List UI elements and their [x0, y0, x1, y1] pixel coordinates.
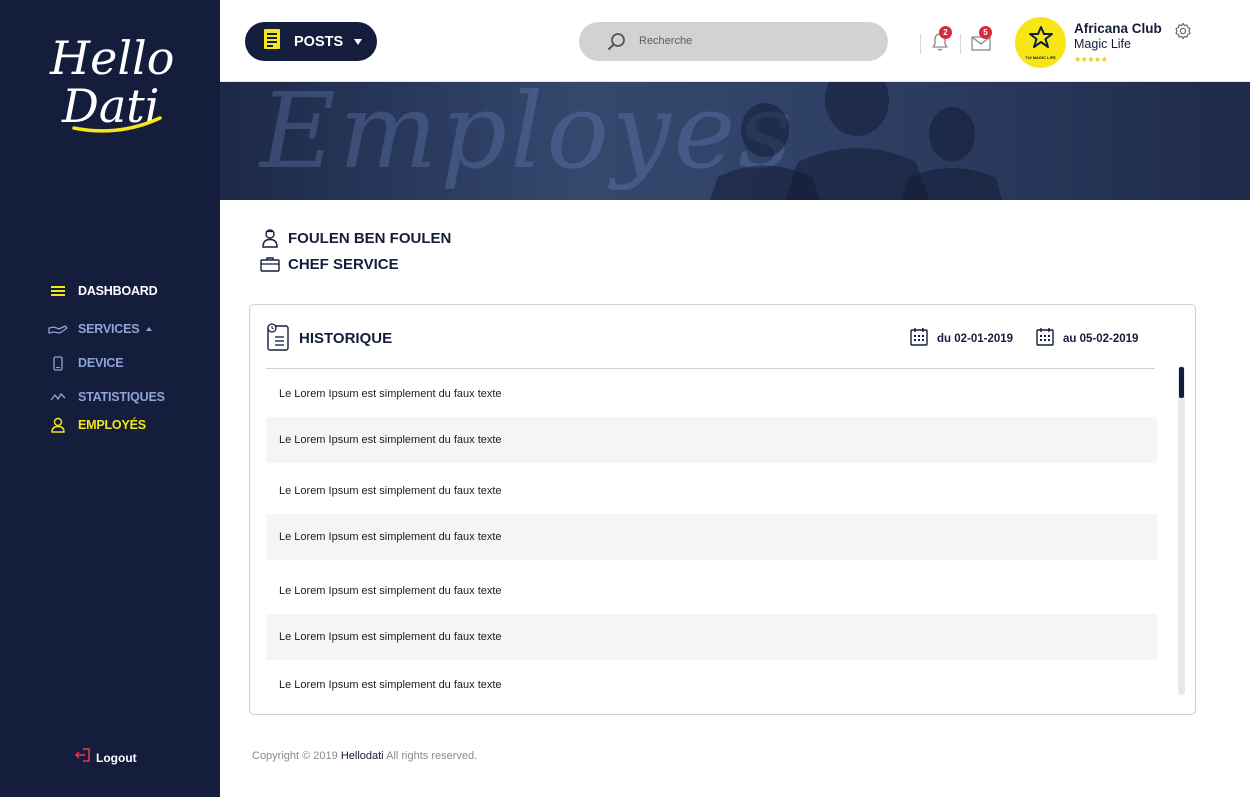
sidebar-item-label: DASHBOARD: [78, 284, 158, 298]
sidebar-item-statistiques[interactable]: STATISTIQUES: [48, 388, 165, 406]
device-phone-icon: [48, 354, 68, 372]
people-silhouettes-image: [710, 82, 1002, 200]
header-divider: [920, 34, 921, 54]
date-to-label: au 05-02-2019: [1063, 333, 1139, 345]
messages-button[interactable]: 5: [971, 26, 992, 56]
posts-list-icon: [263, 28, 281, 55]
history-clipboard-icon: [266, 323, 290, 356]
list-item[interactable]: Le Lorem Ipsum est simplement du faux te…: [266, 417, 1157, 463]
list-item[interactable]: Le Lorem Ipsum est simplement du faux te…: [266, 568, 1157, 614]
sidebar-item-employes[interactable]: EMPLOYÉS: [48, 416, 146, 434]
search-bar: [579, 22, 888, 61]
list-item[interactable]: Le Lorem Ipsum est simplement du faux te…: [266, 514, 1157, 560]
date-to-picker[interactable]: au 05-02-2019: [1036, 327, 1138, 351]
search-icon[interactable]: [607, 32, 626, 56]
list-item[interactable]: Le Lorem Ipsum est simplement du faux te…: [266, 468, 1157, 514]
logout-icon: [74, 748, 91, 767]
sidebar-item-label: SERVICES: [78, 322, 140, 336]
svg-text:Hello: Hello: [49, 31, 174, 85]
calendar-icon: [910, 327, 928, 351]
messages-badge: 5: [979, 26, 992, 39]
logout-button[interactable]: Logout: [74, 748, 137, 767]
services-hand-icon: [48, 320, 68, 338]
gear-icon[interactable]: [1174, 22, 1192, 45]
footer-rights: All rights reserved.: [386, 750, 478, 762]
sidebar-item-device[interactable]: DEVICE: [48, 354, 124, 372]
logout-label: Logout: [96, 750, 137, 765]
footer-copyright: Copyright © 2019: [252, 750, 338, 762]
sidebar-item-label: STATISTIQUES: [78, 390, 165, 404]
list-item[interactable]: Le Lorem Ipsum est simplement du faux te…: [266, 662, 1157, 708]
employee-name: FOULEN BEN FOULEN: [288, 229, 452, 247]
search-input[interactable]: [639, 31, 869, 51]
history-title: HISTORIQUE: [299, 330, 393, 347]
mail-icon: [971, 36, 991, 55]
footer: Copyright © 2019 Hellodati All rights re…: [252, 750, 477, 762]
footer-brand[interactable]: Hellodati: [341, 750, 384, 762]
star-logo-icon: [1028, 25, 1054, 54]
sidebar-item-services[interactable]: SERVICES: [48, 320, 153, 338]
dashboard-icon: [48, 282, 68, 300]
profile-role-row: CHEF SERVICE: [260, 251, 451, 277]
briefcase-icon: [260, 256, 280, 272]
history-card: HISTORIQUE du 02-01-2019 au 05-02-2019 L…: [249, 304, 1196, 715]
posts-dropdown-button[interactable]: POSTS: [245, 22, 377, 61]
header-divider: [960, 34, 961, 54]
notifications-badge: 2: [939, 26, 952, 39]
sidebar-item-dashboard[interactable]: DASHBOARD: [48, 282, 158, 300]
sidebar-item-label: EMPLOYÉS: [78, 418, 146, 432]
list-item[interactable]: Le Lorem Ipsum est simplement du faux te…: [266, 614, 1157, 660]
club-name: Africana Club: [1074, 21, 1162, 36]
sidebar: Hello Dati DASHBOARD SERVICES DEVICE STA…: [0, 0, 220, 797]
person-icon: [260, 228, 280, 248]
list-item[interactable]: Le Lorem Ipsum est simplement du faux te…: [266, 371, 1157, 417]
bell-icon: [931, 33, 949, 56]
club-avatar[interactable]: TUI MAGIC LIFE: [1015, 17, 1066, 68]
posts-label: POSTS: [294, 33, 344, 50]
profile-name-row: FOULEN BEN FOULEN: [260, 225, 451, 251]
sidebar-item-label: DEVICE: [78, 356, 124, 370]
chevron-up-icon: [146, 327, 153, 331]
statistics-chart-icon: [48, 388, 68, 406]
employees-icon: [48, 416, 68, 434]
date-from-label: du 02-01-2019: [937, 333, 1014, 345]
date-from-picker[interactable]: du 02-01-2019: [910, 327, 1013, 351]
hellodati-logo[interactable]: Hello Dati: [44, 22, 174, 137]
caret-down-icon: [354, 39, 362, 45]
notifications-button[interactable]: 2: [931, 26, 952, 57]
calendar-icon: [1036, 327, 1054, 351]
employee-role: CHEF SERVICE: [288, 255, 399, 273]
club-subtitle: Magic Life: [1074, 37, 1131, 51]
scrollbar-thumb[interactable]: [1178, 366, 1185, 399]
employee-profile: FOULEN BEN FOULEN CHEF SERVICE: [260, 225, 451, 277]
page-banner: Employes: [220, 82, 1250, 200]
avatar-caption: TUI MAGIC LIFE: [1025, 55, 1056, 60]
rating-stars: ★★★★★: [1074, 55, 1108, 64]
history-scrollbar[interactable]: [1178, 366, 1185, 695]
history-divider: [266, 368, 1155, 369]
top-header: POSTS 2 5 TUI MAGIC LIFE Africana Club M…: [220, 0, 1250, 82]
